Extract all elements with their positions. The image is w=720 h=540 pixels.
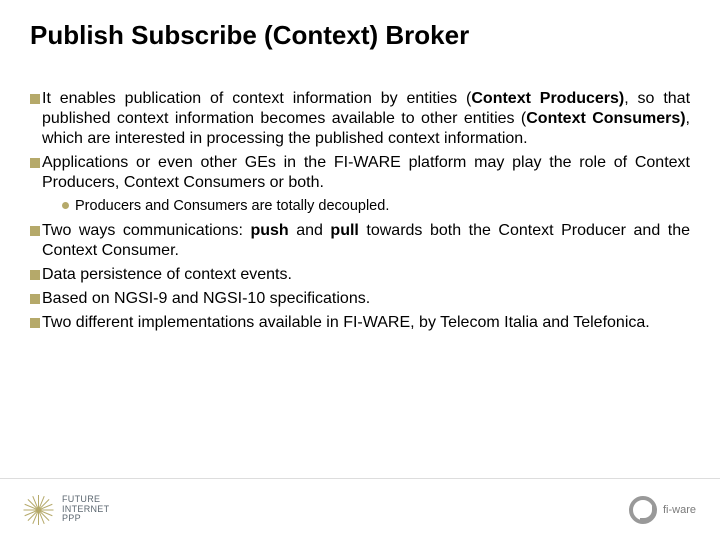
sub-bullet-text: Producers and Consumers are totally deco…: [75, 197, 389, 215]
star-icon: [24, 495, 54, 525]
text-line: PPP: [62, 514, 109, 523]
bullet-text: Applications or even other GEs in the FI…: [42, 153, 690, 193]
bullet-item: Based on NGSI-9 and NGSI-10 specificatio…: [30, 289, 690, 309]
bullet-item: Two ways communications: push and pull t…: [30, 221, 690, 261]
text-run: Two ways communications:: [42, 222, 250, 239]
square-bullet-icon: [30, 318, 40, 328]
slide: Publish Subscribe (Context) Broker It en…: [0, 0, 720, 540]
logo-text: FUTURE INTERNET PPP: [62, 495, 109, 523]
square-bullet-icon: [30, 270, 40, 280]
bullet-item: Data persistence of context events.: [30, 265, 690, 285]
bullet-text: Data persistence of context events.: [42, 265, 690, 285]
bullet-text: Two ways communications: push and pull t…: [42, 221, 690, 261]
bullet-item: Two different implementations available …: [30, 313, 690, 333]
square-bullet-icon: [30, 226, 40, 236]
text-bold: pull: [330, 222, 358, 239]
square-bullet-icon: [30, 294, 40, 304]
ring-icon: [629, 496, 657, 524]
bullet-text: Based on NGSI-9 and NGSI-10 specificatio…: [42, 289, 690, 309]
sub-bullet-item: Producers and Consumers are totally deco…: [62, 197, 690, 215]
page-title: Publish Subscribe (Context) Broker: [30, 20, 690, 51]
bullet-item: It enables publication of context inform…: [30, 89, 690, 149]
text-bold: push: [250, 222, 288, 239]
logo-text: fi-ware: [663, 504, 696, 516]
bullet-item: Applications or even other GEs in the FI…: [30, 153, 690, 193]
text-bold: Context Consumers): [526, 110, 685, 127]
text-run: and: [289, 222, 331, 239]
dot-bullet-icon: [62, 202, 69, 209]
logo-future-internet-ppp: FUTURE INTERNET PPP: [24, 495, 109, 525]
slide-body: It enables publication of context inform…: [30, 89, 690, 333]
footer: FUTURE INTERNET PPP fi-ware: [0, 478, 720, 540]
text-bold: Context Producers): [471, 90, 624, 107]
bullet-text: Two different implementations available …: [42, 313, 690, 333]
bullet-text: It enables publication of context inform…: [42, 89, 690, 149]
logo-fiware: fi-ware: [629, 496, 696, 524]
square-bullet-icon: [30, 158, 40, 168]
text-run: It enables publication of context inform…: [42, 90, 471, 107]
square-bullet-icon: [30, 94, 40, 104]
